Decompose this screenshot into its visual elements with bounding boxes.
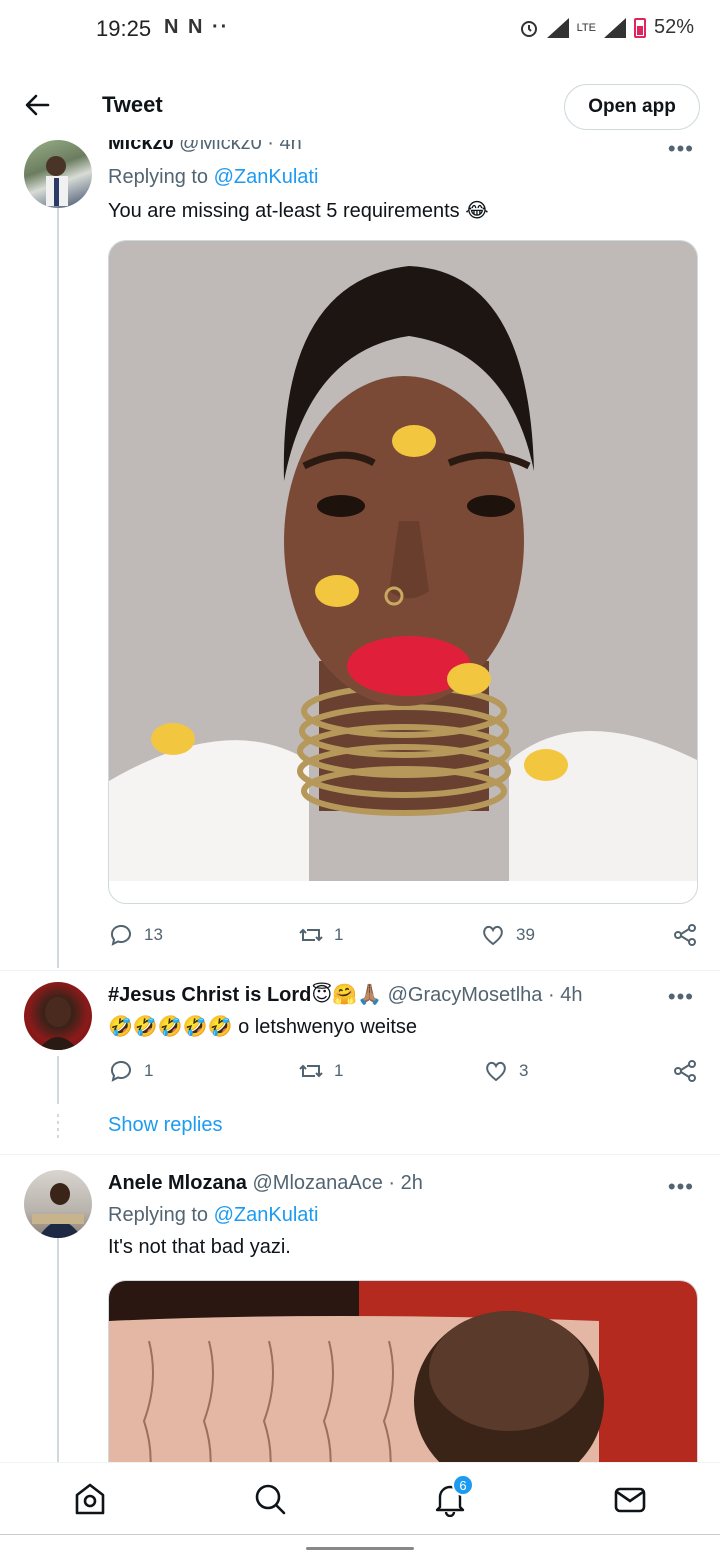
page-title: Tweet — [102, 92, 163, 117]
tweet-photo — [109, 1281, 697, 1462]
signal-icon — [546, 17, 569, 38]
share-button[interactable] — [672, 1058, 698, 1084]
more-options-icon[interactable]: ••• — [668, 984, 694, 1010]
tweet-item[interactable]: Mickz0 @Mickz0 · 4h ••• Replying to @Zan… — [0, 136, 720, 970]
tweet-image[interactable] — [108, 1280, 698, 1462]
tweet-text: It's not that bad yazi. — [108, 1236, 291, 1258]
more-options-icon[interactable]: ••• — [668, 1174, 694, 1200]
thread-line — [57, 1056, 59, 1104]
thread-dotted-line — [57, 1114, 59, 1140]
back-arrow-icon[interactable] — [22, 90, 52, 120]
like-count: 39 — [516, 925, 535, 944]
notification-badge: 6 — [452, 1474, 474, 1496]
replying-to: Replying to @ZanKulati — [108, 1204, 318, 1227]
heart-icon — [483, 925, 503, 946]
tweet-time: · 4h — [547, 984, 583, 1006]
tweet-author-row: Anele Mlozana @MlozanaAce · 2h — [108, 1172, 423, 1195]
tweet-photo — [109, 241, 697, 903]
notification-icons: N N ·· — [164, 16, 230, 38]
replying-to-link[interactable]: @ZanKulati — [214, 166, 319, 188]
author-name[interactable]: #Jesus Christ is Lord😇🤗🙏🏽 — [108, 984, 382, 1006]
open-app-button[interactable]: Open app — [564, 84, 700, 130]
avatar-photo — [38, 997, 78, 1050]
avatar[interactable] — [24, 982, 92, 1050]
bottom-nav — [0, 1462, 720, 1534]
more-options-icon[interactable]: ••• — [668, 136, 694, 162]
author-handle[interactable]: @GracyMosetlha — [388, 984, 543, 1006]
battery-icon — [633, 17, 646, 38]
thread-line — [57, 208, 59, 968]
reply-button[interactable]: 1 — [108, 1058, 153, 1084]
replying-to: Replying to @ZanKulati — [108, 166, 318, 189]
author-handle[interactable]: @MlozanaAce — [252, 1172, 382, 1194]
avatar[interactable] — [24, 140, 92, 208]
avatar-photo — [46, 156, 68, 206]
search-icon[interactable] — [252, 1481, 288, 1517]
divider — [0, 1154, 720, 1155]
retweet-count: 1 — [334, 925, 344, 944]
heart-icon — [486, 1061, 506, 1082]
share-button[interactable] — [672, 922, 698, 948]
avatar[interactable] — [24, 1170, 92, 1238]
tweet-author-row: #Jesus Christ is Lord😇🤗🙏🏽 @GracyMosetlha… — [108, 982, 582, 1007]
tweet-image[interactable] — [108, 240, 698, 904]
messages-icon[interactable] — [612, 1481, 648, 1517]
divider — [0, 970, 720, 971]
status-bar: 19:25 N N ·· LTE 52% — [0, 0, 720, 60]
reply-button[interactable]: 13 — [108, 922, 163, 948]
share-icon — [674, 1060, 696, 1082]
status-time: 19:25 — [96, 16, 152, 41]
lte-label: LTE — [576, 21, 596, 34]
top-header: Tweet Open app — [0, 72, 720, 140]
reply-icon — [110, 924, 131, 946]
tweet-item[interactable]: Anele Mlozana @MlozanaAce · 2h ••• Reply… — [0, 1170, 720, 1462]
status-right: LTE 52% — [519, 16, 694, 39]
tweet-actions: 1 1 3 — [108, 1058, 698, 1088]
reply-icon — [110, 1060, 131, 1082]
replying-to-link[interactable]: @ZanKulati — [214, 1204, 319, 1226]
retweet-icon — [299, 928, 323, 942]
retweet-button[interactable]: 1 — [298, 922, 343, 948]
replying-label: Replying to — [108, 1204, 209, 1226]
home-icon[interactable] — [72, 1481, 108, 1517]
tweet-item[interactable]: #Jesus Christ is Lord😇🤗🙏🏽 @GracyMosetlha… — [0, 982, 720, 1152]
like-count: 3 — [519, 1061, 529, 1080]
battery-level: 52% — [653, 16, 694, 38]
retweet-count: 1 — [334, 1061, 344, 1080]
reply-count: 1 — [144, 1061, 154, 1080]
like-button[interactable]: 39 — [480, 922, 535, 948]
like-button[interactable]: 3 — [483, 1058, 528, 1084]
gesture-bar[interactable] — [306, 1547, 414, 1550]
share-icon — [674, 924, 696, 946]
author-name[interactable]: Anele Mlozana — [108, 1172, 247, 1194]
reply-count: 13 — [144, 925, 163, 944]
show-replies-link[interactable]: Show replies — [108, 1114, 223, 1137]
alarm-icon — [520, 20, 537, 37]
gesture-area — [0, 1534, 720, 1560]
tweet-text: You are missing at-least 5 requirements … — [108, 200, 489, 222]
retweet-icon — [299, 1064, 323, 1078]
tweet-text: 🤣🤣🤣🤣🤣 o letshwenyo weitse — [108, 1016, 418, 1038]
tweet-time: · 2h — [388, 1172, 423, 1194]
avatar-photo — [32, 1183, 84, 1238]
thread-line — [57, 1238, 59, 1462]
tweet-actions: 13 1 39 — [108, 922, 698, 952]
replying-label: Replying to — [108, 166, 209, 188]
retweet-button[interactable]: 1 — [298, 1058, 343, 1084]
signal-icon-2 — [603, 17, 626, 38]
